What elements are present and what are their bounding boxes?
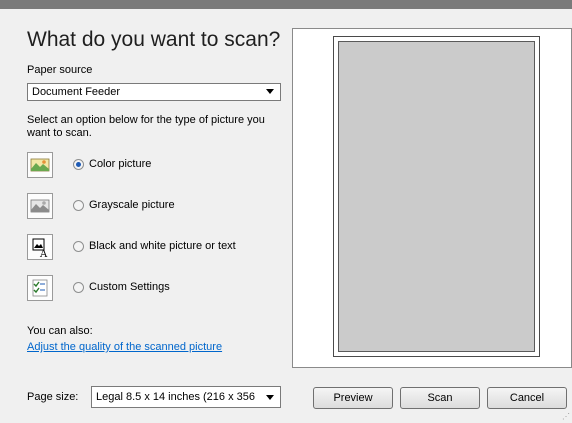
color-picture-icon [27,152,53,178]
bw-picture-icon: A [27,234,53,260]
page-title: What do you want to scan? [27,28,281,51]
dropdown-arrow-icon [266,395,274,400]
preview-button[interactable]: Preview [313,387,393,409]
preview-scan-region[interactable] [338,41,535,352]
bw-picture-radio[interactable] [73,241,84,252]
cancel-button[interactable]: Cancel [487,387,567,409]
window-top-border [0,0,572,9]
custom-settings-label: Custom Settings [89,281,170,293]
preview-area [292,28,572,368]
also-label: You can also: [27,325,93,337]
color-picture-radio[interactable] [73,159,84,170]
custom-settings-radio[interactable] [73,282,84,293]
paper-source-label: Paper source [27,64,93,76]
grayscale-picture-radio[interactable] [73,200,84,211]
dropdown-arrow-icon [266,89,274,94]
paper-source-value: Document Feeder [32,86,121,98]
grayscale-picture-icon [27,193,53,219]
custom-settings-icon [27,275,53,301]
adjust-quality-link[interactable]: Adjust the quality of the scanned pictur… [27,341,222,353]
page-size-value: Legal 8.5 x 14 inches (216 x 356 [96,391,256,403]
bw-picture-label: Black and white picture or text [89,240,236,252]
preview-page [333,36,540,357]
resize-grip-icon[interactable]: ⋰ [562,412,570,421]
instructions-text: Select an option below for the type of p… [27,114,265,139]
scan-button[interactable]: Scan [400,387,480,409]
grayscale-picture-label: Grayscale picture [89,199,175,211]
color-picture-label: Color picture [89,158,152,170]
svg-text:A: A [39,249,48,259]
page-size-label: Page size: [27,391,79,403]
page-size-dropdown[interactable]: Legal 8.5 x 14 inches (216 x 356 [91,386,281,408]
paper-source-dropdown[interactable]: Document Feeder [27,83,281,101]
